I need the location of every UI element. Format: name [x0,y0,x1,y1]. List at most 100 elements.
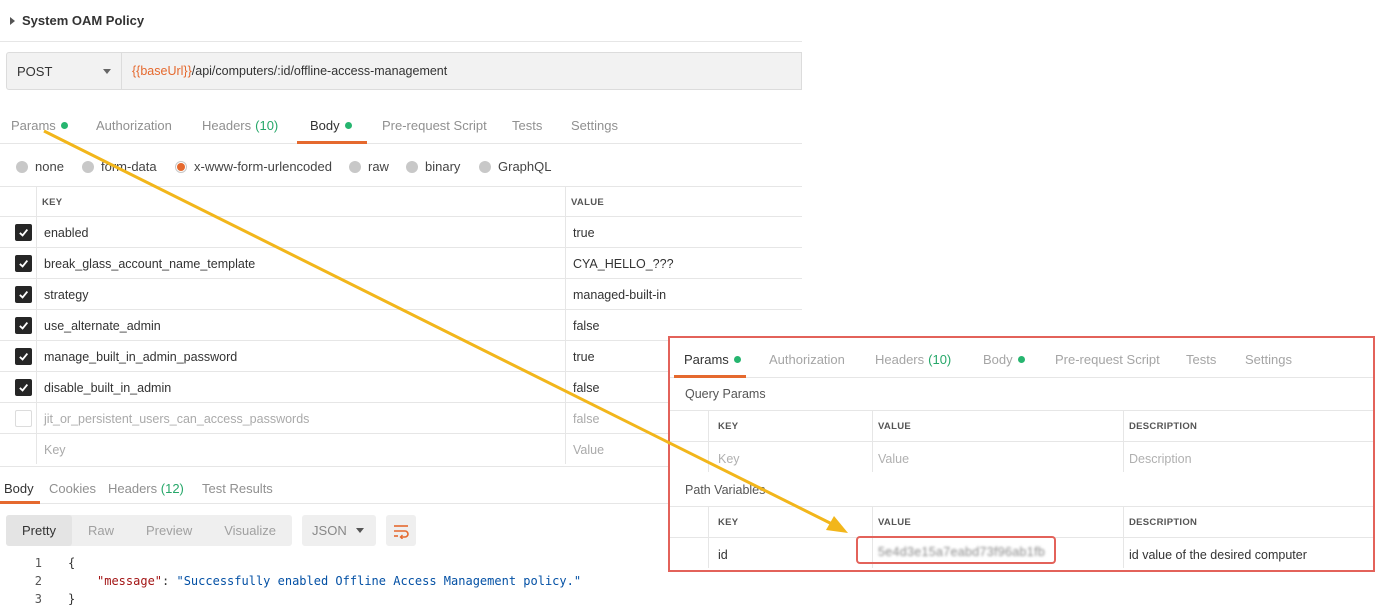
tab-authorization[interactable]: Authorization [769,352,845,367]
value-cell[interactable]: CYA_HELLO_??? [573,257,674,271]
value-cell[interactable]: false [573,319,599,333]
new-description-input[interactable]: Description [1129,452,1192,466]
tab-underline [674,375,746,378]
chevron-down-icon [356,528,365,533]
body-type-options: none form-data x-www-form-urlencoded raw… [0,150,802,184]
tab-body[interactable]: Body [310,118,352,133]
value-cell[interactable]: managed-built-in [573,288,666,302]
expand-caret-icon[interactable] [10,16,15,25]
tab-authorization[interactable]: Authorization [96,118,172,133]
tab-headers[interactable]: Headers (10) [875,352,951,367]
new-key-input[interactable]: Key [44,443,66,457]
checkbox[interactable] [15,348,32,365]
view-visualize-button[interactable]: Visualize [208,515,292,546]
radio-binary[interactable]: binary [406,159,460,174]
tab-body[interactable]: Body [983,352,1025,367]
path-variables-heading: Path Variables [685,483,766,497]
table-row: enabled true [0,216,802,247]
request-tabs: Params Authorization Headers (10) Body Pr… [0,104,802,144]
new-key-input[interactable]: Key [718,452,740,466]
response-toolbar: Pretty Raw Preview Visualize JSON [6,515,417,546]
radio-graphql[interactable]: GraphQL [479,159,551,174]
new-value-input[interactable]: Value [878,452,909,466]
value-cell[interactable]: false [573,412,599,426]
request-title: System OAM Policy [22,13,145,28]
response-tab-test-results[interactable]: Test Results [202,481,273,496]
line-number: 3 [34,592,42,606]
query-params-heading: Query Params [685,387,766,401]
method-value: POST [17,63,53,79]
table-row-new: Key Value Description [670,441,1373,472]
table-header: KEY VALUE [0,186,802,216]
view-preview-button[interactable]: Preview [130,515,208,546]
checkbox[interactable] [15,255,32,272]
checkbox[interactable] [15,410,32,427]
path-description-cell[interactable]: id value of the desired computer [1129,548,1307,562]
value-cell[interactable]: true [573,350,595,364]
tab-params[interactable]: Params [684,352,741,367]
key-cell[interactable]: break_glass_account_name_template [44,257,255,271]
inset-tabs: Params Authorization Headers (10) Body Pr… [670,338,1373,378]
response-tab-body[interactable]: Body [4,481,34,496]
code-line: "message": "Successfully enabled Offline… [97,574,582,588]
checkbox[interactable] [15,224,32,241]
value-cell[interactable]: false [573,381,599,395]
format-select[interactable]: JSON [302,515,377,546]
params-inset-panel: Params Authorization Headers (10) Body Pr… [668,336,1375,572]
response-tab-headers[interactable]: Headers (12) [108,481,184,496]
radio-form-data[interactable]: form-data [82,159,157,174]
request-title-row[interactable]: System OAM Policy [0,0,802,42]
code-line: } [68,592,76,606]
radio-none[interactable]: none [16,159,64,174]
key-cell[interactable]: disable_built_in_admin [44,381,171,395]
new-value-input[interactable]: Value [573,443,604,457]
tab-underline [297,141,367,144]
active-dot-icon [1017,356,1025,363]
headers-count: (10) [255,118,279,133]
key-cell[interactable]: strategy [44,288,88,302]
checkbox[interactable] [15,317,32,334]
url-variable: {{baseUrl}} [132,64,192,78]
key-cell[interactable]: jit_or_persistent_users_can_access_passw… [44,412,309,426]
wrap-icon [394,524,409,539]
wrap-lines-button[interactable] [386,515,417,546]
tab-settings[interactable]: Settings [1245,352,1292,367]
active-dot-icon [733,356,741,363]
tab-tests[interactable]: Tests [512,118,542,133]
view-pretty-button[interactable]: Pretty [6,515,72,546]
response-tab-cookies[interactable]: Cookies [49,481,96,496]
radio-raw[interactable]: raw [349,159,389,174]
active-dot-icon [60,122,68,129]
tab-params[interactable]: Params [11,118,68,133]
tab-underline [0,501,40,504]
key-cell[interactable]: enabled [44,226,89,240]
radio-x-www-form-urlencoded[interactable]: x-www-form-urlencoded [175,159,332,174]
url-bar: POST {{baseUrl}}/api/computers/:id/offli… [6,52,802,90]
key-cell[interactable]: manage_built_in_admin_password [44,350,237,364]
path-key-cell[interactable]: id [718,548,728,562]
active-dot-icon [344,122,352,129]
code-line: { [68,556,76,570]
view-mode-segment: Pretty Raw Preview Visualize [6,515,293,546]
checkbox[interactable] [15,286,32,303]
tab-settings[interactable]: Settings [571,118,618,133]
method-select[interactable]: POST [6,52,122,90]
view-raw-button[interactable]: Raw [72,515,130,546]
line-number: 1 [34,556,42,570]
table-row: strategy managed-built-in [0,278,802,309]
url-input[interactable]: {{baseUrl}}/api/computers/:id/offline-ac… [122,52,802,90]
value-cell[interactable]: true [573,226,595,240]
highlight-box [856,536,1056,564]
key-cell[interactable]: use_alternate_admin [44,319,161,333]
tab-pre-request-script[interactable]: Pre-request Script [382,118,487,133]
tab-pre-request-script[interactable]: Pre-request Script [1055,352,1160,367]
checkbox[interactable] [15,379,32,396]
table-header: KEY VALUE DESCRIPTION [670,410,1373,441]
chevron-down-icon [103,68,111,74]
tab-headers[interactable]: Headers (10) [202,118,278,133]
table-header: KEY VALUE DESCRIPTION [670,506,1373,537]
tab-tests[interactable]: Tests [1186,352,1216,367]
table-row: break_glass_account_name_template CYA_HE… [0,247,802,278]
url-path: /api/computers/:id/offline-access-manage… [191,64,448,78]
line-number: 2 [34,574,42,588]
